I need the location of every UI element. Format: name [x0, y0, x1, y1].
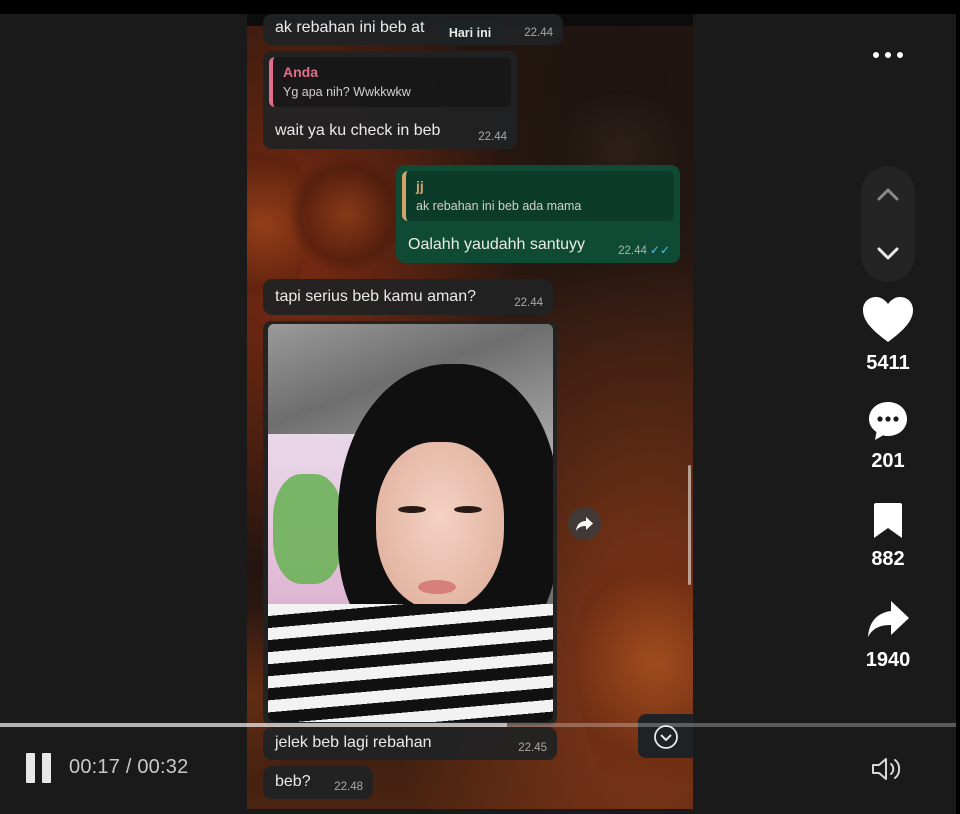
save-action[interactable]: 882	[852, 502, 924, 571]
volume-icon	[872, 758, 901, 780]
background-pattern	[287, 154, 407, 274]
volume-button[interactable]	[870, 754, 906, 784]
more-options-button[interactable]	[866, 42, 910, 68]
photo-eye	[454, 506, 482, 513]
reply-author: Anda	[283, 64, 318, 80]
scroll-down-icon	[654, 725, 678, 749]
like-action[interactable]: 5411	[852, 296, 924, 375]
background-pattern	[577, 514, 693, 809]
reply-text: Yg apa nih? Wwkkwkw	[283, 85, 411, 99]
scroll-down-button[interactable]	[638, 714, 693, 758]
message-time: 22.44	[478, 131, 507, 143]
comment-icon[interactable]	[867, 400, 909, 442]
chevron-down-icon	[877, 247, 899, 260]
message-time: 22.48	[334, 781, 363, 793]
progress-fill	[0, 723, 507, 727]
message-time: 22.44	[514, 297, 543, 309]
comment-count: 201	[871, 450, 905, 472]
chat-message-outgoing: jj ak rebahan ini beb ada mama Oalahh ya…	[396, 165, 680, 263]
chat-scrollbar	[688, 465, 691, 585]
chat-message: beb? 22.48	[263, 766, 373, 799]
duration: 00:32	[137, 756, 189, 778]
more-horizontal-icon	[873, 52, 879, 58]
photo-image[interactable]	[268, 324, 553, 722]
bookmark-icon[interactable]	[871, 502, 905, 540]
message-text: beb?	[275, 773, 311, 790]
message-time: 22.44	[524, 27, 553, 39]
pause-icon	[26, 753, 35, 783]
reply-quote[interactable]: Anda Yg apa nih? Wwkkwkw	[269, 57, 511, 107]
video-navigation	[861, 166, 915, 282]
forward-button[interactable]	[568, 507, 601, 540]
message-time: 22.45	[518, 742, 547, 754]
photo-lips	[418, 580, 456, 594]
photo-message[interactable]	[263, 321, 557, 725]
comment-action[interactable]: 201	[852, 400, 924, 473]
share-count: 1940	[865, 649, 911, 671]
message-text: tapi serius beb kamu aman?	[275, 288, 476, 305]
current-time: 00:17	[69, 756, 121, 778]
chat-message: Anda Yg apa nih? Wwkkwkw wait ya ku chec…	[263, 51, 517, 149]
date-chip: Hari ini	[437, 22, 503, 44]
pause-icon	[42, 753, 51, 783]
share-icon[interactable]	[866, 599, 910, 641]
chat-message: tapi serius beb kamu aman? 22.44	[263, 279, 553, 315]
like-count: 5411	[866, 352, 910, 374]
message-text: jelek beb lagi rebahan	[275, 734, 432, 751]
photo-cartoon	[273, 474, 343, 584]
more-horizontal-icon	[897, 52, 903, 58]
message-text: ak rebahan ini beb at	[275, 19, 425, 36]
save-count: 882	[871, 548, 905, 570]
photo-eye	[398, 506, 426, 513]
progress-bar[interactable]	[0, 723, 956, 727]
chevron-up-icon	[877, 188, 899, 201]
photo-shirt	[268, 604, 553, 722]
next-video-button[interactable]	[861, 226, 915, 280]
time-readout: 00:17 / 00:32	[69, 756, 188, 779]
share-action[interactable]: 1940	[852, 599, 924, 672]
time-separator: /	[120, 756, 138, 778]
heart-icon[interactable]	[862, 296, 914, 344]
message-time: 22.44 ✓✓	[618, 243, 670, 257]
message-text: wait ya ku check in beb	[275, 122, 441, 139]
chat-message: jelek beb lagi rebahan 22.45	[263, 727, 557, 760]
reply-quote[interactable]: jj ak rebahan ini beb ada mama	[402, 171, 674, 221]
message-time-value: 22.44	[618, 245, 647, 257]
reply-text: ak rebahan ini beb ada mama	[416, 199, 582, 213]
top-strip	[0, 0, 960, 14]
read-ticks-icon: ✓✓	[649, 243, 670, 257]
previous-video-button[interactable]	[861, 168, 915, 222]
chat-message: ak rebahan ini beb at 22.44	[263, 14, 563, 45]
message-text: Oalahh yaudahh santuyy	[408, 236, 586, 253]
pause-button[interactable]	[26, 753, 54, 783]
reply-author: jj	[416, 178, 424, 194]
forward-icon	[576, 517, 593, 531]
more-horizontal-icon	[885, 52, 891, 58]
